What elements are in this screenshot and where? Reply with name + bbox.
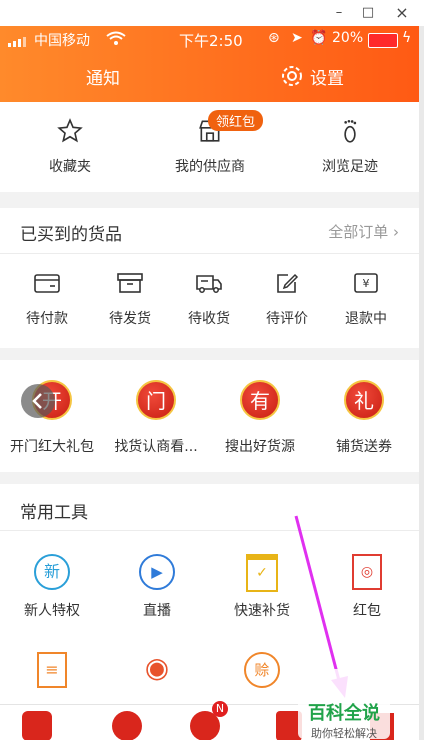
watermark-subtitle: 助你轻松解决 [311,727,377,740]
tab-compass-icon[interactable] [112,711,142,740]
maximize-button[interactable]: □ [359,4,377,22]
new-badge: N [212,701,228,717]
app-screen: 中国移动 下午2:50 ⊛ ➤ ⏰ 20% ϟ 通知 设置 收藏夹 我的供应商 … [0,26,419,740]
window-title-bar: – □ × [0,0,424,27]
close-button[interactable]: × [393,4,411,22]
watermark: 百科全说 助你轻松解决 [298,669,390,740]
minimize-button[interactable]: – [330,4,348,22]
watermark-title: 百科全说 [308,703,380,724]
tab-home-icon[interactable] [22,711,52,740]
annotation-arrow [294,515,348,698]
scrollbar[interactable] [419,26,424,740]
